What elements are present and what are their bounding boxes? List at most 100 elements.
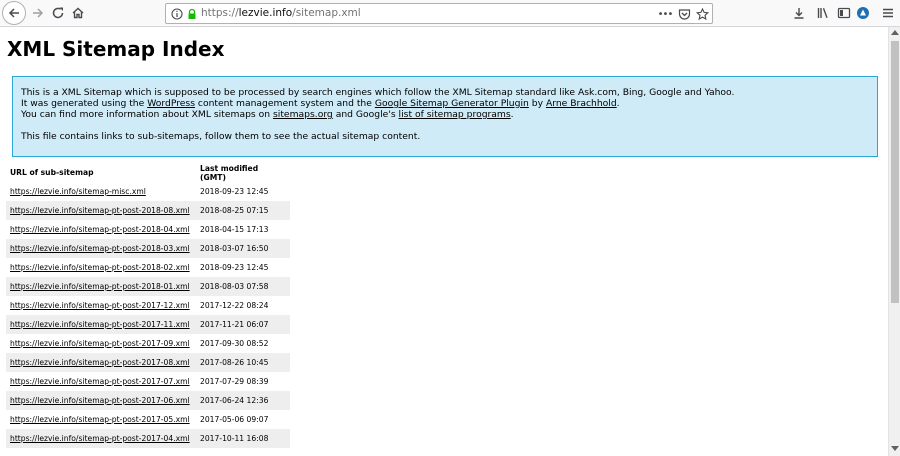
extension-button[interactable] [851,2,875,24]
table-row: https://lezvie.info/sitemap-misc.xml 2018… [6,182,290,201]
sitemap-link[interactable]: https://lezvie.info/sitemap-pt-post-2018… [10,244,190,253]
intro-line-2: It was generated using the WordPress con… [21,98,869,109]
sitemap-url-cell: https://lezvie.info/sitemap-pt-post-2017… [6,315,196,334]
sitemap-link[interactable]: https://lezvie.info/sitemap-pt-post-2017… [10,396,190,405]
table-row: https://lezvie.info/sitemap-pt-post-2017… [6,429,290,448]
table-header-row: URL of sub-sitemap Last modified (GMT) [6,163,290,182]
intro-text: . [510,109,514,120]
sitemaps-org-link[interactable]: sitemaps.org [273,109,333,120]
header-url: URL of sub-sitemap [10,168,94,177]
arrow-right-icon [33,8,44,18]
url-text[interactable]: https://lezvie.info/sitemap.xml [201,6,361,21]
sitemap-link[interactable]: https://lezvie.info/sitemap-pt-post-2018… [10,263,190,272]
sitemap-url-cell: https://lezvie.info/sitemap-pt-post-2017… [6,334,196,353]
page-title: XML Sitemap Index [7,37,225,61]
table-row: https://lezvie.info/sitemap-pt-post-2017… [6,334,290,353]
last-modified-cell: 2018-03-07 16:50 [196,239,290,258]
reload-icon [52,7,64,19]
lock-icon[interactable] [184,6,200,22]
last-modified-cell: 2017-06-24 12:36 [196,391,290,410]
sitemap-url-cell: https://lezvie.info/sitemap-pt-post-2017… [6,429,196,448]
last-modified-cell: 2017-10-11 16:08 [196,429,290,448]
table-row: https://lezvie.info/sitemap-pt-post-2017… [6,410,290,429]
table-row: https://lezvie.info/sitemap-pt-post-2017… [6,296,290,315]
intro-text: and Google's [332,109,399,120]
home-button[interactable] [66,2,90,24]
intro-line-1: This is a XML Sitemap which is supposed … [21,87,735,98]
sitemap-link[interactable]: https://lezvie.info/sitemap-pt-post-2017… [10,415,190,424]
info-icon[interactable] [169,6,185,22]
sitemap-url-cell: https://lezvie.info/sitemap-pt-post-2017… [6,296,196,315]
sitemap-url-cell: https://lezvie.info/sitemap-pt-post-2018… [6,220,196,239]
hamburger-menu-icon [883,8,893,18]
sitemap-url-cell: https://lezvie.info/sitemap-pt-post-2018… [6,239,196,258]
url-prefix: https:// [201,7,239,19]
sidebar-icon [837,7,851,19]
table-row: https://lezvie.info/sitemap-pt-post-2018… [6,239,290,258]
url-bar[interactable]: https://lezvie.info/sitemap.xml ••• [165,3,713,24]
intro-text: You can find more information about XML … [21,109,273,120]
library-icon [817,7,828,19]
table-row: https://lezvie.info/sitemap-pt-post-2018… [6,220,290,239]
back-button[interactable] [2,1,26,25]
page-actions-icon[interactable]: ••• [657,6,674,22]
sitemap-url-cell: https://lezvie.info/sitemap-pt-post-2017… [6,353,196,372]
pocket-icon[interactable] [676,6,692,22]
intro-text: It was generated using the [21,98,148,109]
sitemap-url-cell: https://lezvie.info/sitemap-misc.xml [6,182,196,201]
arrow-left-icon [8,8,19,18]
bookmark-star-icon[interactable] [694,6,710,22]
sitemap-link[interactable]: https://lezvie.info/sitemap-misc.xml [10,187,146,196]
table-row: https://lezvie.info/sitemap-pt-post-2017… [6,353,290,372]
scroll-up-arrow-icon[interactable] [891,30,899,35]
table-row: https://lezvie.info/sitemap-pt-post-2018… [6,258,290,277]
url-path: /sitemap.xml [292,7,361,19]
last-modified-cell: 2017-07-29 08:39 [200,377,269,386]
sitemap-link[interactable]: https://lezvie.info/sitemap-pt-post-2017… [10,301,190,310]
url-domain: lezvie.info [238,7,293,19]
plugin-link[interactable]: Google Sitemap Generator Plugin [375,98,529,109]
scroll-down-arrow-icon[interactable] [891,446,899,451]
browser-toolbar: https://lezvie.info/sitemap.xml ••• [0,0,900,27]
last-modified-cell: 2017-08-26 10:45 [196,353,290,372]
intro-text: . [616,98,620,109]
downloads-button[interactable] [787,2,811,24]
sitemap-link[interactable]: https://lezvie.info/sitemap-pt-post-2017… [10,358,190,367]
wordpress-link[interactable]: WordPress [147,98,195,109]
intro-text: content management system and the [195,98,375,109]
sitemap-url-cell: https://lezvie.info/sitemap-pt-post-2018… [6,201,196,220]
sitemap-link[interactable]: https://lezvie.info/sitemap-pt-post-2017… [10,377,190,386]
sitemap-link[interactable]: https://lezvie.info/sitemap-pt-post-2017… [10,339,190,348]
table-row: https://lezvie.info/sitemap-pt-post-2017… [6,391,290,410]
sitemap-url-cell: https://lezvie.info/sitemap-pt-post-2018… [6,258,196,277]
sitemap-url-cell: https://lezvie.info/sitemap-pt-post-2017… [6,391,196,410]
sitemap-link[interactable]: https://lezvie.info/sitemap-pt-post-2018… [10,282,190,291]
author-link[interactable]: Arne Brachhold [546,98,617,109]
intro-line-3: You can find more information about XML … [21,109,869,120]
sitemap-url-cell: https://lezvie.info/sitemap-pt-post-2017… [6,372,196,391]
table-row: https://lezvie.info/sitemap-pt-post-2018… [6,277,290,296]
last-modified-cell: 2017-05-06 09:07 [200,415,269,424]
sitemap-link[interactable]: https://lezvie.info/sitemap-pt-post-2017… [10,434,190,443]
sitemap-url-cell: https://lezvie.info/sitemap-pt-post-2017… [6,410,196,429]
sitemap-link[interactable]: https://lezvie.info/sitemap-pt-post-2018… [10,225,190,234]
last-modified-cell: 2017-09-30 08:52 [200,339,269,348]
header-modified: Last modified (GMT) [200,163,259,182]
sitemap-link[interactable]: https://lezvie.info/sitemap-pt-post-2018… [10,206,190,215]
table-row: https://lezvie.info/sitemap-pt-post-2018… [6,201,290,220]
menu-button[interactable] [876,2,900,24]
last-modified-cell: 2018-09-23 12:45 [200,263,269,272]
page-content: XML Sitemap Index This is a XML Sitemap … [0,27,888,456]
sitemap-link[interactable]: https://lezvie.info/sitemap-pt-post-2017… [10,320,190,329]
table-row: https://lezvie.info/sitemap-pt-post-2017… [6,315,290,334]
home-icon [72,7,84,19]
table-row: https://lezvie.info/sitemap-pt-post-2017… [6,372,290,391]
page-scrollbar[interactable] [888,27,900,456]
last-modified-cell: 2018-08-03 07:58 [196,277,290,296]
last-modified-cell: 2018-08-25 07:15 [196,201,290,220]
intro-line-4: This file contains links to sub-sitemaps… [21,131,421,142]
download-icon [794,8,804,19]
scroll-thumb[interactable] [891,41,899,303]
sitemap-programs-link[interactable]: list of sitemap programs [399,109,511,120]
